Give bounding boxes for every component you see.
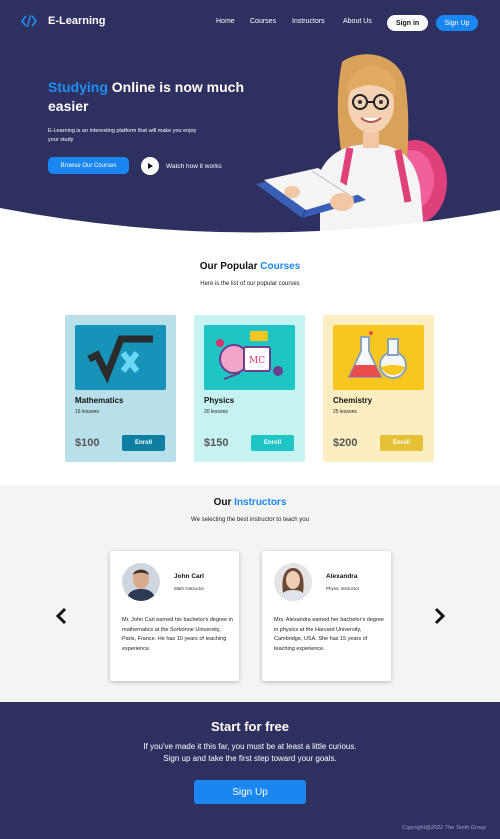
course-lessons: 20 lessons (204, 409, 228, 415)
instructors-title-prefix: Our (213, 497, 235, 508)
math-sqrt-icon (75, 325, 166, 390)
instructor-name: Alexandra (326, 573, 358, 580)
footer-cta: Start for free If you've made it this fa… (0, 702, 500, 839)
course-name: Mathematics (75, 396, 124, 405)
avatar (122, 563, 160, 601)
enroll-button[interactable]: Enroll (380, 435, 423, 451)
course-price: $150 (204, 437, 229, 449)
course-lessons: 16 lessons (75, 409, 99, 415)
course-name: Physics (204, 396, 235, 405)
browse-courses-button[interactable]: Browse Our Courses (48, 157, 129, 174)
avatar (274, 563, 312, 601)
hero-description: E-Learning is an interesting platform th… (48, 128, 197, 143)
hero-section: E-Learning Home Courses Instructors Abou… (0, 0, 500, 236)
courses-title-highlight: Courses (260, 261, 301, 272)
prev-arrow-icon[interactable] (55, 607, 69, 625)
course-name: Chemistry (333, 396, 373, 405)
course-price: $100 (75, 437, 100, 449)
instructor-name: John Carl (174, 573, 204, 580)
signup-nav-button[interactable]: Sign Up (436, 15, 478, 31)
course-card-mathematics[interactable]: Mathematics 16 lessons $100 Enroll (65, 315, 176, 462)
courses-section-title: Our Popular Courses (0, 261, 500, 272)
watch-video-link[interactable]: Watch how it works (141, 157, 222, 175)
course-card-chemistry[interactable]: Chemistry 25 lessons $200 Enroll (323, 315, 434, 462)
course-lessons: 25 lessons (333, 409, 357, 415)
physics-emc2-icon: MC (204, 325, 295, 390)
next-arrow-icon[interactable] (432, 607, 446, 625)
signin-button[interactable]: Sign in (387, 15, 428, 31)
brand-name: E-Learning (48, 15, 106, 27)
courses-subtitle: Here is the list of our popular courses (200, 281, 300, 287)
course-card-physics[interactable]: MC Physics 20 lessons $150 Enroll (194, 315, 305, 462)
enroll-button[interactable]: Enroll (251, 435, 294, 451)
instructor-card-john-carl[interactable]: John Carl Math Instructor Mr. John Carl … (110, 551, 239, 681)
instructors-subtitle: We selecting the best instructor to teac… (191, 517, 309, 523)
nav-about-us[interactable]: About Us (343, 18, 372, 25)
top-nav: E-Learning Home Courses Instructors Abou… (0, 0, 500, 46)
instructors-section-title: Our Instructors (0, 497, 500, 508)
footer-text: If you've made it this far, you must be … (0, 741, 500, 765)
footer-title: Start for free (210, 719, 290, 734)
hero-title-highlight: Studying (48, 79, 108, 95)
instructor-bio: Mrs. Alexandra earned her bachelor's deg… (274, 617, 384, 652)
copyright: Copyright@2022 The Tenth Group (401, 825, 486, 831)
instructor-role: Physic Instructor (326, 586, 360, 591)
enroll-button[interactable]: Enroll (122, 435, 165, 451)
code-icon (20, 14, 38, 28)
chemistry-flask-icon (333, 325, 424, 390)
footer-line-2: Sign up and take the first step toward y… (163, 754, 337, 763)
watch-label: Watch how it works (166, 162, 222, 170)
instructor-card-alexandra[interactable]: Alexandra Physic Instructor Mrs. Alexand… (262, 551, 391, 681)
play-icon (141, 157, 159, 175)
courses-title-prefix: Our Popular (199, 261, 261, 272)
nav-instructors[interactable]: Instructors (292, 18, 325, 25)
footer-signup-button[interactable]: Sign Up (194, 780, 306, 804)
hero-title: Studying Online is now much easier (48, 78, 268, 116)
hero-wave (0, 208, 500, 236)
instructor-role: Math Instructor (174, 586, 205, 591)
instructor-bio: Mr. John Carl earned his bachelor's degr… (122, 617, 233, 652)
course-price: $200 (333, 437, 358, 449)
logo[interactable]: E-Learning (20, 12, 105, 30)
nav-home[interactable]: Home (216, 18, 235, 25)
footer-line-1: If you've made it this far, you must be … (143, 742, 357, 751)
instructors-title-highlight: Instructors (234, 497, 287, 508)
svg-text:MC: MC (249, 356, 265, 366)
nav-courses[interactable]: Courses (250, 18, 276, 25)
